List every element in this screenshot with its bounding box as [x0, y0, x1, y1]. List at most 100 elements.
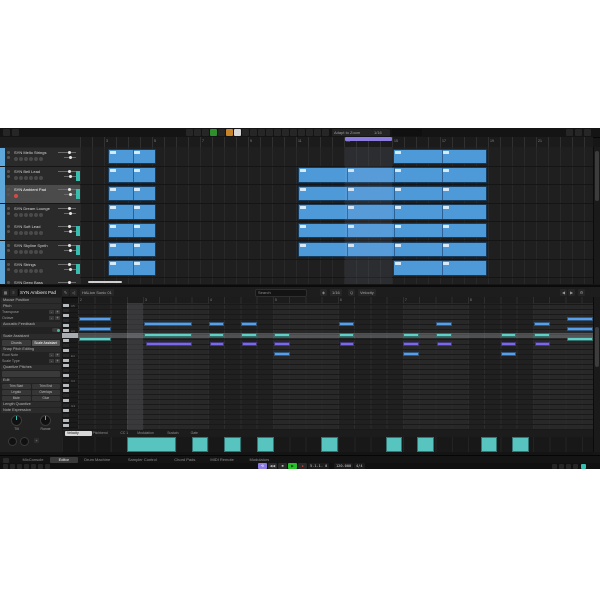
window-icon[interactable] [575, 129, 582, 136]
fader-handle[interactable] [69, 193, 72, 196]
record-enable-button[interactable] [14, 194, 18, 198]
track-control-button[interactable] [19, 157, 23, 161]
status-icon[interactable] [45, 464, 50, 469]
midi-clip[interactable] [108, 223, 156, 239]
color-tool-icon[interactable] [314, 129, 321, 136]
inspector-section-title[interactable]: Edit [1, 378, 61, 383]
midi-clip[interactable] [108, 149, 156, 165]
record-enable-button[interactable] [14, 269, 18, 273]
steinberg-logo-icon[interactable] [3, 129, 10, 136]
plus-button[interactable]: + [55, 316, 60, 320]
velocity-bar[interactable] [127, 437, 176, 452]
track-control-button[interactable] [34, 176, 38, 180]
transport-stop-button[interactable]: ■ [278, 463, 287, 469]
midi-note[interactable] [535, 342, 550, 346]
midi-note[interactable] [79, 327, 111, 331]
fader-handle[interactable] [69, 212, 72, 215]
knob-range[interactable]: Range [38, 415, 54, 431]
fader-handle[interactable] [68, 244, 71, 247]
velocity-tab-pitchbend[interactable]: Pitchbend [91, 431, 120, 436]
transport-play-button[interactable]: ▶ [288, 463, 297, 469]
minus-button[interactable]: - [49, 353, 54, 357]
volume-fader[interactable] [58, 152, 76, 153]
mute-button[interactable] [7, 188, 10, 191]
midi-note[interactable] [501, 333, 516, 337]
inspector-section-title[interactable]: Quantize Pitches [1, 365, 61, 370]
midi-clip[interactable] [298, 204, 487, 220]
fader-handle[interactable] [69, 175, 72, 178]
track-control-button[interactable] [39, 250, 43, 254]
midi-note[interactable] [79, 337, 111, 341]
track-control-button[interactable] [29, 157, 33, 161]
pan-fader[interactable] [64, 231, 76, 232]
midi-note[interactable] [241, 333, 257, 337]
plus-button[interactable]: + [55, 310, 60, 314]
solo-button[interactable] [7, 212, 10, 215]
midi-clip[interactable] [298, 186, 487, 202]
inspector-section-title[interactable]: Snap Pitch Editing [1, 347, 61, 352]
volume-fader[interactable] [58, 189, 76, 190]
fader-handle[interactable] [69, 230, 72, 233]
transport-cycle-button[interactable]: ⟲ [258, 463, 267, 469]
mute-button[interactable] [7, 170, 10, 173]
record-enable-button[interactable] [14, 213, 18, 217]
piano-keyboard[interactable]: C5A4E4C4G3E3 [62, 303, 79, 430]
track-control-button[interactable] [29, 176, 33, 180]
minus-button[interactable]: - [49, 316, 54, 320]
velocity-tab-velocity[interactable]: Velocity [65, 431, 92, 436]
midi-note[interactable] [209, 333, 224, 337]
midi-note[interactable] [79, 317, 111, 321]
editor-list-icon[interactable]: ≡ [10, 289, 17, 296]
snap-type-icon[interactable] [234, 129, 241, 136]
zoom-tool-icon[interactable] [282, 129, 289, 136]
track-control-button[interactable] [34, 194, 38, 198]
track-control-button[interactable] [39, 269, 43, 273]
midi-clip[interactable] [393, 260, 487, 276]
record-enable-button[interactable] [14, 176, 18, 180]
velocity-bar[interactable] [512, 437, 529, 452]
knob-dial[interactable] [40, 415, 51, 426]
pan-fader[interactable] [64, 269, 76, 270]
quantize-button[interactable]: Q [348, 289, 355, 296]
record-enable-button[interactable] [14, 231, 18, 235]
project-setup-icon[interactable] [12, 129, 19, 136]
minus-button[interactable]: - [49, 359, 54, 363]
plus-button[interactable]: + [55, 353, 60, 357]
keyboard-icon[interactable] [3, 458, 9, 463]
edit-button[interactable]: Trim Start [2, 384, 31, 389]
solo-button[interactable] [7, 249, 10, 252]
midi-note[interactable] [274, 342, 290, 346]
midi-note[interactable] [340, 342, 354, 346]
midi-clip[interactable] [108, 260, 156, 276]
volume-fader[interactable] [58, 245, 76, 246]
status-icon[interactable] [31, 464, 36, 469]
toggle-switch[interactable] [52, 328, 60, 332]
inspector-section-title[interactable]: Mouse Position [1, 298, 61, 303]
glue-tool-icon[interactable] [266, 129, 273, 136]
midi-note[interactable] [242, 342, 257, 346]
pencil-icon[interactable]: ✎ [62, 289, 69, 296]
track-control-button[interactable] [29, 269, 33, 273]
magnet-snap-icon[interactable]: ◈ [320, 289, 327, 296]
midi-note[interactable] [567, 337, 593, 341]
status-icon[interactable] [17, 464, 22, 469]
fader-handle[interactable] [68, 170, 71, 173]
record-enable-button[interactable] [14, 157, 18, 161]
pan-fader[interactable] [64, 194, 76, 195]
midi-clip[interactable] [108, 167, 156, 183]
fader-handle[interactable] [69, 268, 72, 271]
speaker-icon[interactable]: ◁ [70, 289, 77, 296]
controller-link-dropdown[interactable]: Velocity [358, 289, 376, 296]
fader-handle[interactable] [68, 151, 71, 154]
volume-fader[interactable] [58, 264, 76, 265]
track-control-button[interactable] [34, 231, 38, 235]
volume-fader[interactable] [58, 208, 76, 209]
midi-note[interactable] [210, 342, 224, 346]
quantize-preset-dropdown[interactable]: 1/16 [372, 129, 390, 136]
status-icon[interactable] [10, 464, 15, 469]
range-tool-icon[interactable] [250, 129, 257, 136]
velocity-tab-sustain[interactable]: Sustain [165, 431, 189, 436]
velocity-bar[interactable] [481, 437, 497, 452]
project-horizontal-scrollbar[interactable] [88, 281, 122, 283]
solo-button[interactable] [7, 268, 10, 271]
